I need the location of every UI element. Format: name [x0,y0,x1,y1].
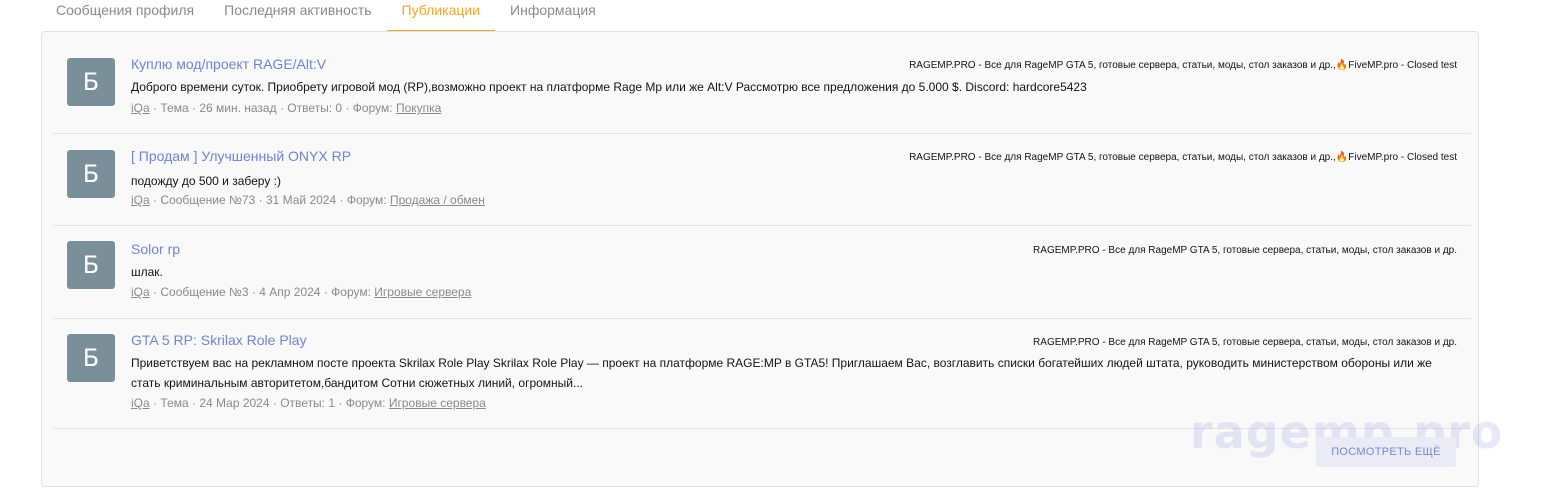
meta-separator: · [339,193,347,207]
author-link[interactable]: iQa [131,101,150,115]
post-type: Сообщение №73 [160,193,256,207]
tab-profile-posts[interactable]: Сообщения профиля [41,2,209,32]
forum-link[interactable]: Продажа / обмен [390,193,485,207]
list-item: Б [ Продам ] Улучшенный ONYX RP RAGEMP.P… [53,134,1471,226]
tab-info[interactable]: Информация [495,2,611,32]
forum-link[interactable]: Покупка [396,101,441,115]
show-more-label: ПОСМОТРЕТЬ ЕЩЁ [1331,446,1441,458]
publications-panel: Б Куплю мод/проект RAGE/Alt:V RAGEMP.PRO… [41,31,1479,487]
post-date: 24 Мар 2024 [199,396,270,410]
post-snippet: Доброго времени суток. Приобрету игровой… [131,80,1087,94]
post-date: 26 мин. назад [199,101,277,115]
post-meta: iQa · Тема · 26 мин. назад · Ответы: 0 ·… [131,101,441,115]
post-snippet: Приветствуем вас на рекламном посте прое… [131,356,1432,390]
post-type: Тема [160,396,189,410]
avatar[interactable]: Б [67,150,115,198]
post-title-link[interactable]: Куплю мод/проект RAGE/Alt:V [131,56,326,72]
post-snippet: подожду до 500 и заберу :) [131,174,282,188]
forum-label: Форум: [331,285,371,299]
avatar[interactable]: Б [67,334,115,382]
forum-link[interactable]: Игровые сервера [374,285,471,299]
flame-icon: 🔥 [1335,60,1349,71]
breadcrumb-extra[interactable]: FiveMP.pro - Closed test [1348,152,1457,163]
avatar[interactable]: Б [67,58,115,106]
list-item: Б Куплю мод/проект RAGE/Alt:V RAGEMP.PRO… [53,42,1471,134]
list-item: Б GTA 5 RP: Skrilax Role Play RAGEMP.PRO… [53,319,1471,429]
breadcrumb-site[interactable]: RAGEMP.PRO - Все для RageMP GTA 5, готов… [1033,337,1457,348]
post-type: Сообщение №3 [160,285,249,299]
breadcrumb: RAGEMP.PRO - Все для RageMP GTA 5, готов… [1033,245,1457,256]
breadcrumb: RAGEMP.PRO - Все для RageMP GTA 5, готов… [909,152,1457,163]
breadcrumb-site[interactable]: RAGEMP.PRO - Все для RageMP GTA 5, готов… [909,60,1336,71]
publications-list: Б Куплю мод/проект RAGE/Alt:V RAGEMP.PRO… [53,42,1471,429]
replies-count: Ответы: 0 [287,101,343,115]
breadcrumb: RAGEMP.PRO - Все для RageMP GTA 5, готов… [909,60,1457,71]
tab-latest-activity[interactable]: Последняя активность [209,2,386,32]
show-more-button[interactable]: ПОСМОТРЕТЬ ЕЩЁ [1316,437,1456,467]
forum-link[interactable]: Игровые сервера [389,396,486,410]
breadcrumb-extra[interactable]: FiveMP.pro - Closed test [1348,60,1457,71]
forum-label: Форум: [352,101,393,115]
forum-label: Форум: [346,193,387,207]
post-meta: iQa · Сообщение №3 · 4 Апр 2024 · Форум:… [131,285,471,299]
author-link[interactable]: iQa [131,285,150,299]
post-date: 4 Апр 2024 [259,285,321,299]
breadcrumb-site[interactable]: RAGEMP.PRO - Все для RageMP GTA 5, готов… [909,152,1336,163]
author-link[interactable]: iQa [131,193,150,207]
breadcrumb: RAGEMP.PRO - Все для RageMP GTA 5, готов… [1033,337,1457,348]
post-type: Тема [160,101,189,115]
author-link[interactable]: iQa [131,396,150,410]
meta-separator: · [258,193,266,207]
meta-separator: · [338,396,346,410]
post-meta: iQa · Тема · 24 Мар 2024 · Ответы: 1 · Ф… [131,396,486,410]
tab-publications[interactable]: Публикации [386,2,496,32]
replies-count: Ответы: 1 [280,396,336,410]
post-snippet: шлак. [131,265,163,279]
post-meta: iQa · Сообщение №73 · 31 Май 2024 · Фору… [131,193,485,207]
meta-separator: · [345,101,353,115]
post-title-link[interactable]: GTA 5 RP: Skrilax Role Play [131,332,307,348]
profile-tabs: Сообщения профиля Последняя активность П… [41,0,611,32]
post-title-link[interactable]: [ Продам ] Улучшенный ONYX RP [131,148,351,164]
list-item: Б Solor rp RAGEMP.PRO - Все для RageMP G… [53,226,1471,319]
avatar[interactable]: Б [67,241,115,289]
flame-icon: 🔥 [1335,152,1349,163]
post-title-link[interactable]: Solor rp [131,241,180,257]
post-date: 31 Май 2024 [265,193,337,207]
forum-label: Форум: [345,396,386,410]
breadcrumb-site[interactable]: RAGEMP.PRO - Все для RageMP GTA 5, готов… [1033,245,1457,256]
